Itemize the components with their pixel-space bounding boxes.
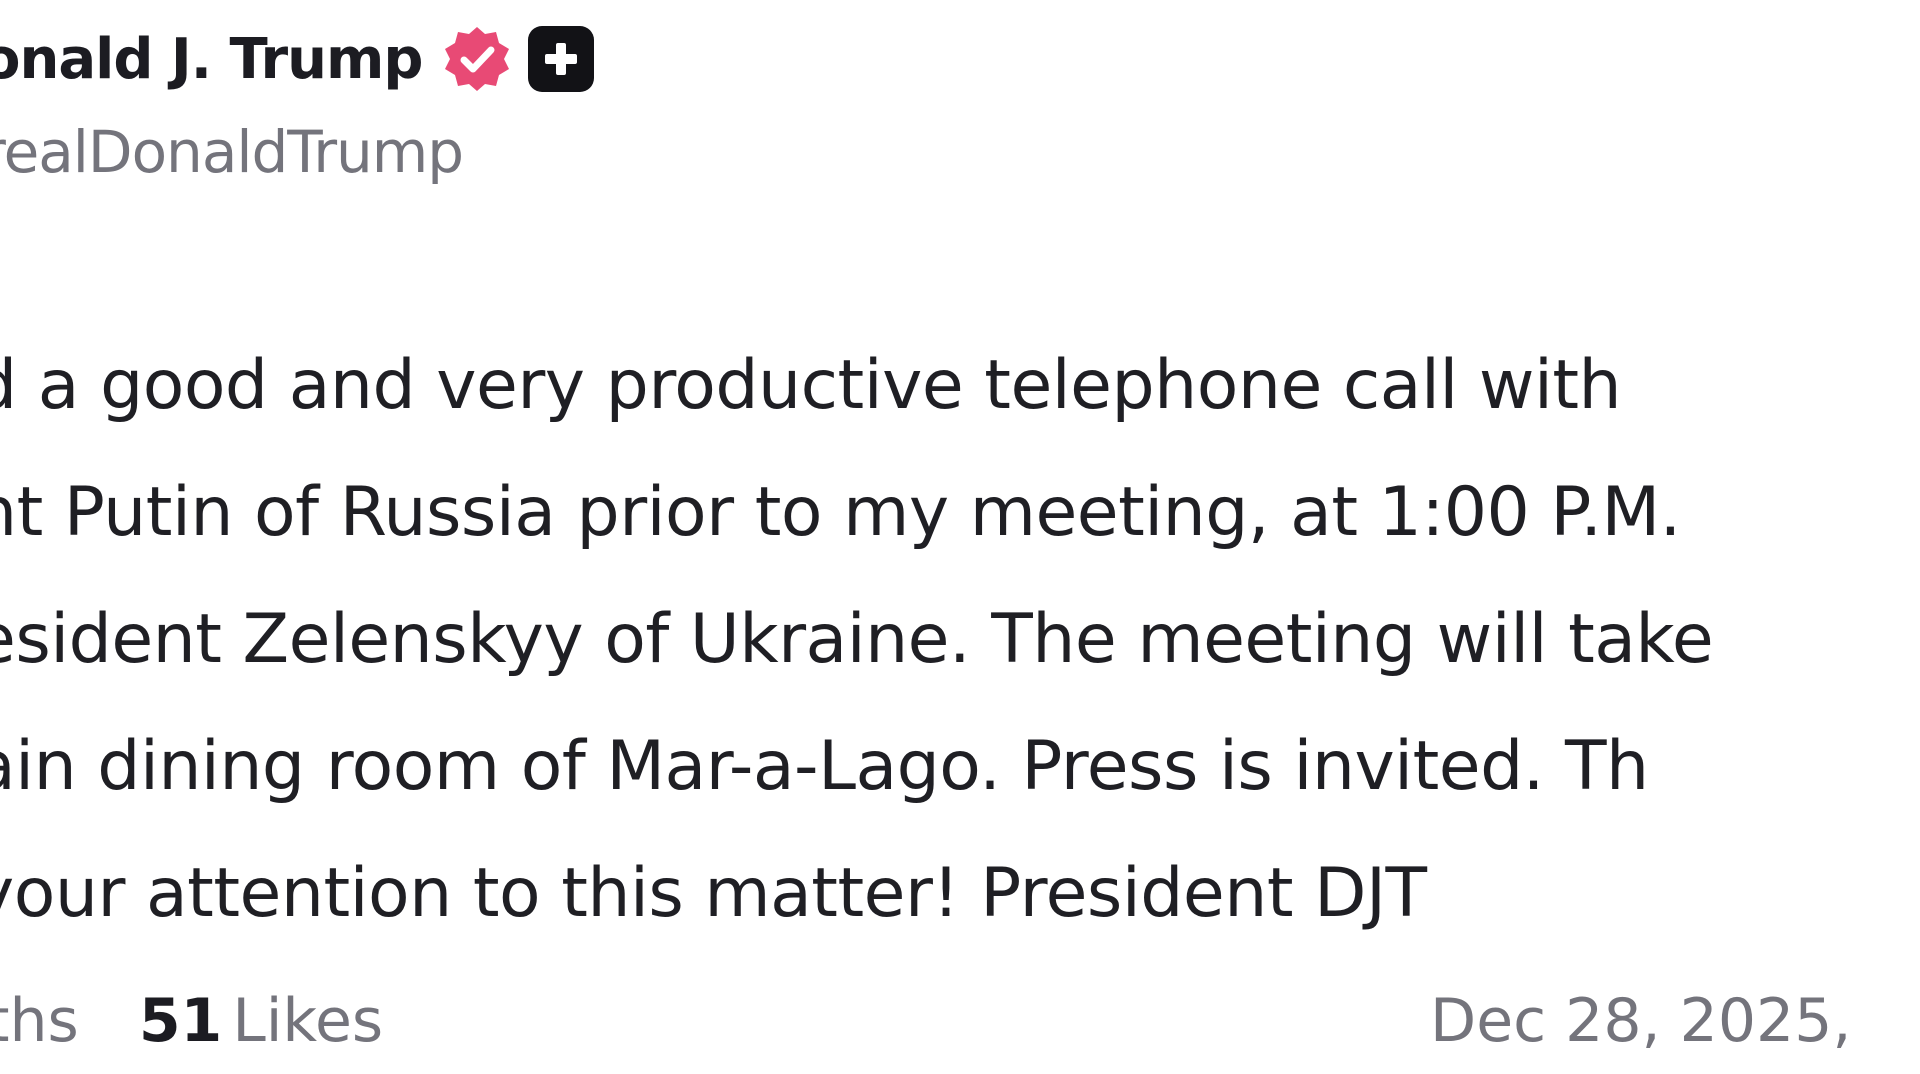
post-timestamp[interactable]: Dec 28, 2025,: [1430, 986, 1851, 1056]
plus-square-icon: [528, 26, 595, 92]
author-row: onald J. Trump: [0, 14, 595, 104]
post-card: onald J. Trump realDonaldTrump d a good …: [0, 0, 1920, 1074]
author-handle[interactable]: realDonaldTrump: [0, 118, 464, 186]
stat-partial-label[interactable]: ths: [0, 986, 79, 1056]
likes-stat[interactable]: 51 Likes: [139, 986, 383, 1056]
post-stats: ths 51Likes: [0, 986, 383, 1056]
likes-count: 51: [138, 986, 223, 1056]
post-text-line: esident Zelenskyy of Ukraine. The meetin…: [0, 600, 1714, 679]
post-text-line: d a good and very productive telephone c…: [0, 346, 1622, 425]
verified-check-icon: [442, 24, 512, 94]
author-display-name[interactable]: onald J. Trump: [0, 27, 423, 92]
post-text-line: nt Putin of Russia prior to my meeting, …: [0, 473, 1681, 552]
post-text-line: ain dining room of Mar-a-Lago. Press is …: [0, 727, 1649, 806]
post-content: d a good and very productive telephone c…: [0, 322, 1920, 957]
post-text-line: your attention to this matter! President…: [0, 854, 1427, 933]
likes-label: Likes: [232, 986, 384, 1056]
